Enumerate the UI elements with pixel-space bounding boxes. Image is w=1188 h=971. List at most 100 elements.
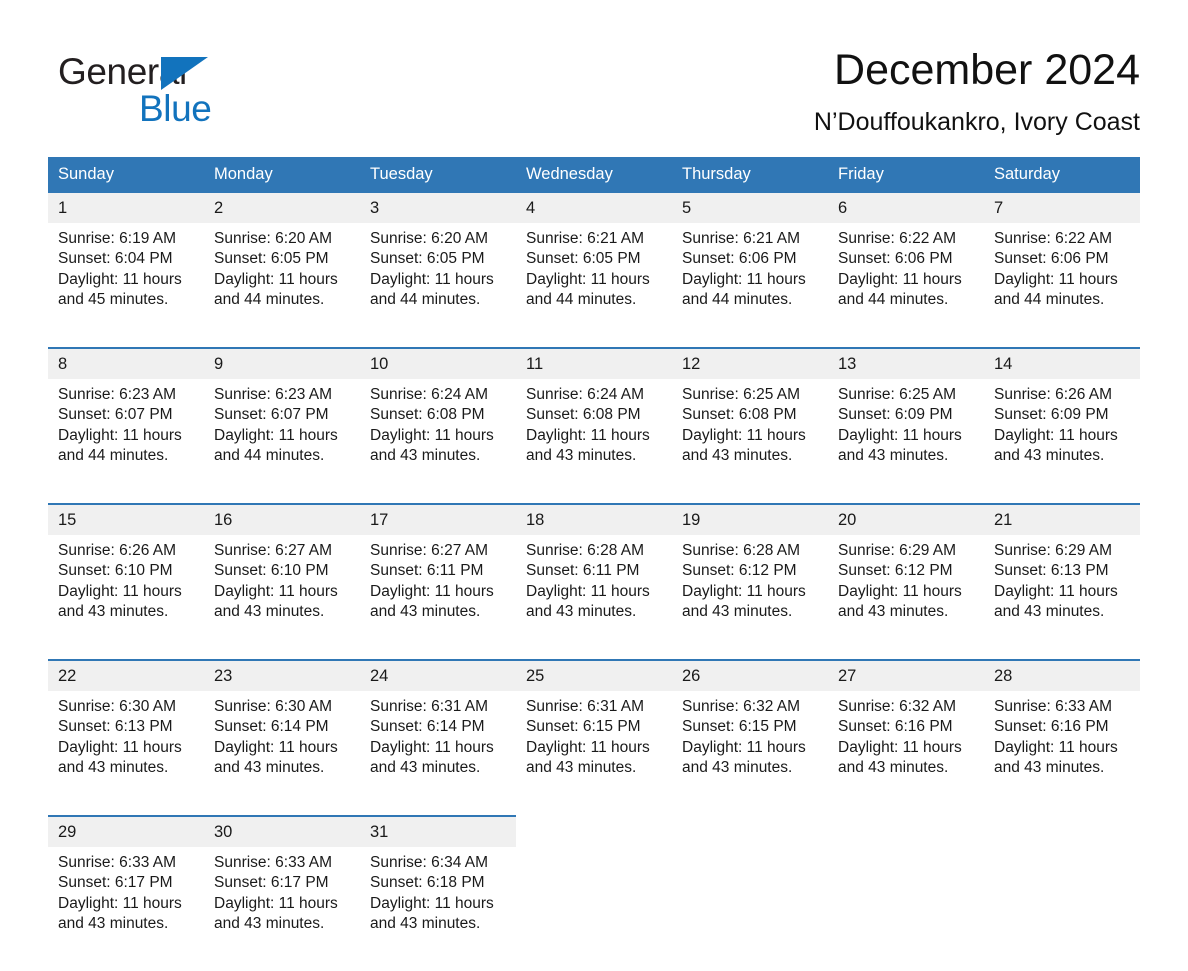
daylight-text-line2: and 43 minutes. xyxy=(214,758,325,776)
day-info: Sunrise: 6:28 AM Sunset: 6:11 PM Daylight:… xyxy=(526,541,664,622)
daylight-text-line2: and 43 minutes. xyxy=(370,758,481,776)
day-detail-cell[interactable]: Sunrise: 6:34 AM Sunset: 6:18 PM Daylight:… xyxy=(360,847,516,971)
daylight-text-line1: Daylight: 11 hours xyxy=(838,582,962,600)
day-number[interactable]: 11 xyxy=(516,347,672,379)
daylight-text-line2: and 44 minutes. xyxy=(214,290,325,308)
sunrise-text: Sunrise: 6:23 AM xyxy=(58,386,177,403)
day-info: Sunrise: 6:26 AM Sunset: 6:10 PM Daylight:… xyxy=(58,541,196,622)
day-detail-cell[interactable]: Sunrise: 6:25 AM Sunset: 6:08 PM Daylight:… xyxy=(672,379,828,504)
daylight-text-line1: Daylight: 11 hours xyxy=(58,894,182,912)
day-detail-cell[interactable]: Sunrise: 6:31 AM Sunset: 6:14 PM Daylight:… xyxy=(360,691,516,816)
day-number[interactable]: 28 xyxy=(984,659,1140,691)
day-number[interactable]: 4 xyxy=(516,193,672,223)
daylight-text-line1: Daylight: 11 hours xyxy=(214,582,338,600)
daylight-text-line2: and 44 minutes. xyxy=(526,290,637,308)
daylight-text-line2: and 43 minutes. xyxy=(370,602,481,620)
day-detail-cell[interactable]: Sunrise: 6:32 AM Sunset: 6:15 PM Daylight:… xyxy=(672,691,828,816)
day-detail-cell[interactable]: Sunrise: 6:19 AM Sunset: 6:04 PM Daylight:… xyxy=(48,223,204,348)
sunrise-text: Sunrise: 6:31 AM xyxy=(370,698,489,715)
daylight-text-line2: and 43 minutes. xyxy=(682,602,793,620)
day-detail-cell[interactable]: Sunrise: 6:29 AM Sunset: 6:12 PM Daylight:… xyxy=(828,535,984,660)
day-number[interactable]: 12 xyxy=(672,347,828,379)
day-number[interactable]: 6 xyxy=(828,193,984,223)
daylight-text-line2: and 43 minutes. xyxy=(682,446,793,464)
day-number[interactable]: 29 xyxy=(48,815,204,847)
day-detail-cell[interactable]: Sunrise: 6:31 AM Sunset: 6:15 PM Daylight:… xyxy=(516,691,672,816)
day-number[interactable]: 1 xyxy=(48,193,204,223)
day-number[interactable]: 26 xyxy=(672,659,828,691)
day-info: Sunrise: 6:31 AM Sunset: 6:14 PM Daylight:… xyxy=(370,697,508,778)
daylight-text-line2: and 45 minutes. xyxy=(58,290,169,308)
day-number[interactable]: 3 xyxy=(360,193,516,223)
week-detail-row: Sunrise: 6:26 AM Sunset: 6:10 PM Daylight:… xyxy=(48,535,1140,660)
daylight-text-line2: and 43 minutes. xyxy=(838,758,949,776)
day-detail-cell[interactable]: Sunrise: 6:33 AM Sunset: 6:16 PM Daylight:… xyxy=(984,691,1140,816)
sunrise-text: Sunrise: 6:28 AM xyxy=(526,542,645,559)
day-detail-cell[interactable]: Sunrise: 6:23 AM Sunset: 6:07 PM Daylight:… xyxy=(48,379,204,504)
day-detail-cell[interactable]: Sunrise: 6:33 AM Sunset: 6:17 PM Daylight:… xyxy=(204,847,360,971)
day-detail-cell[interactable]: Sunrise: 6:32 AM Sunset: 6:16 PM Daylight:… xyxy=(828,691,984,816)
day-number[interactable]: 19 xyxy=(672,503,828,535)
day-detail-cell[interactable]: Sunrise: 6:26 AM Sunset: 6:10 PM Daylight:… xyxy=(48,535,204,660)
day-number[interactable]: 18 xyxy=(516,503,672,535)
sunset-text: Sunset: 6:14 PM xyxy=(370,718,485,736)
day-number[interactable]: 14 xyxy=(984,347,1140,379)
day-detail-cell[interactable]: Sunrise: 6:28 AM Sunset: 6:11 PM Daylight:… xyxy=(516,535,672,660)
day-detail-cell[interactable]: Sunrise: 6:30 AM Sunset: 6:13 PM Daylight:… xyxy=(48,691,204,816)
day-number[interactable]: 8 xyxy=(48,347,204,379)
sunrise-text: Sunrise: 6:25 AM xyxy=(682,386,801,403)
day-number[interactable]: 22 xyxy=(48,659,204,691)
day-detail-cell[interactable]: Sunrise: 6:27 AM Sunset: 6:11 PM Daylight:… xyxy=(360,535,516,660)
sunrise-text: Sunrise: 6:29 AM xyxy=(838,542,957,559)
day-number[interactable]: 20 xyxy=(828,503,984,535)
day-detail-cell[interactable]: Sunrise: 6:24 AM Sunset: 6:08 PM Daylight:… xyxy=(516,379,672,504)
day-number[interactable]: 17 xyxy=(360,503,516,535)
day-info: Sunrise: 6:26 AM Sunset: 6:09 PM Daylight:… xyxy=(994,385,1132,466)
day-number[interactable]: 7 xyxy=(984,193,1140,223)
day-detail-cell[interactable]: Sunrise: 6:23 AM Sunset: 6:07 PM Daylight:… xyxy=(204,379,360,504)
day-detail-cell[interactable]: Sunrise: 6:20 AM Sunset: 6:05 PM Daylight:… xyxy=(360,223,516,348)
day-number[interactable]: 13 xyxy=(828,347,984,379)
day-number[interactable]: 27 xyxy=(828,659,984,691)
day-detail-cell[interactable]: Sunrise: 6:22 AM Sunset: 6:06 PM Daylight:… xyxy=(828,223,984,348)
day-detail-cell[interactable]: Sunrise: 6:26 AM Sunset: 6:09 PM Daylight:… xyxy=(984,379,1140,504)
day-detail-cell[interactable]: Sunrise: 6:29 AM Sunset: 6:13 PM Daylight:… xyxy=(984,535,1140,660)
day-number[interactable]: 24 xyxy=(360,659,516,691)
page-subtitle: N’Douffoukankro, Ivory Coast xyxy=(813,108,1140,136)
day-detail-cell[interactable]: Sunrise: 6:24 AM Sunset: 6:08 PM Daylight:… xyxy=(360,379,516,504)
day-number[interactable]: 9 xyxy=(204,347,360,379)
sunrise-text: Sunrise: 6:27 AM xyxy=(214,542,333,559)
day-number[interactable]: 31 xyxy=(360,815,516,847)
day-number[interactable]: 5 xyxy=(672,193,828,223)
day-number[interactable]: 30 xyxy=(204,815,360,847)
day-number[interactable]: 16 xyxy=(204,503,360,535)
weekday-header-saturday: Saturday xyxy=(984,157,1140,193)
calendar-body: 1 2 3 4 5 6 7 Sunrise: 6:19 AM Sunset: 6:04 PM Da… xyxy=(48,193,1140,971)
empty-day-cell xyxy=(828,816,984,847)
daylight-text-line2: and 43 minutes. xyxy=(838,602,949,620)
day-detail-cell[interactable]: Sunrise: 6:21 AM Sunset: 6:06 PM Daylight:… xyxy=(672,223,828,348)
day-detail-cell[interactable]: Sunrise: 6:28 AM Sunset: 6:12 PM Daylight:… xyxy=(672,535,828,660)
day-number[interactable]: 21 xyxy=(984,503,1140,535)
day-detail-cell[interactable]: Sunrise: 6:20 AM Sunset: 6:05 PM Daylight:… xyxy=(204,223,360,348)
day-number[interactable]: 10 xyxy=(360,347,516,379)
daylight-text-line2: and 43 minutes. xyxy=(58,602,169,620)
day-detail-cell[interactable]: Sunrise: 6:21 AM Sunset: 6:05 PM Daylight:… xyxy=(516,223,672,348)
daylight-text-line2: and 44 minutes. xyxy=(682,290,793,308)
day-number[interactable]: 15 xyxy=(48,503,204,535)
daylight-text-line1: Daylight: 11 hours xyxy=(682,582,806,600)
daylight-text-line2: and 43 minutes. xyxy=(526,446,637,464)
day-detail-cell[interactable]: Sunrise: 6:25 AM Sunset: 6:09 PM Daylight:… xyxy=(828,379,984,504)
day-detail-cell[interactable]: Sunrise: 6:27 AM Sunset: 6:10 PM Daylight:… xyxy=(204,535,360,660)
week-detail-row: Sunrise: 6:30 AM Sunset: 6:13 PM Daylight:… xyxy=(48,691,1140,816)
day-number[interactable]: 25 xyxy=(516,659,672,691)
sunrise-text: Sunrise: 6:26 AM xyxy=(58,542,177,559)
day-detail-cell[interactable]: Sunrise: 6:33 AM Sunset: 6:17 PM Daylight:… xyxy=(48,847,204,971)
day-info: Sunrise: 6:27 AM Sunset: 6:10 PM Daylight:… xyxy=(214,541,352,622)
day-number[interactable]: 2 xyxy=(204,193,360,223)
day-number[interactable]: 23 xyxy=(204,659,360,691)
day-info: Sunrise: 6:30 AM Sunset: 6:14 PM Daylight:… xyxy=(214,697,352,778)
sunset-text: Sunset: 6:11 PM xyxy=(370,562,484,580)
day-detail-cell[interactable]: Sunrise: 6:30 AM Sunset: 6:14 PM Daylight:… xyxy=(204,691,360,816)
day-detail-cell[interactable]: Sunrise: 6:22 AM Sunset: 6:06 PM Daylight:… xyxy=(984,223,1140,348)
